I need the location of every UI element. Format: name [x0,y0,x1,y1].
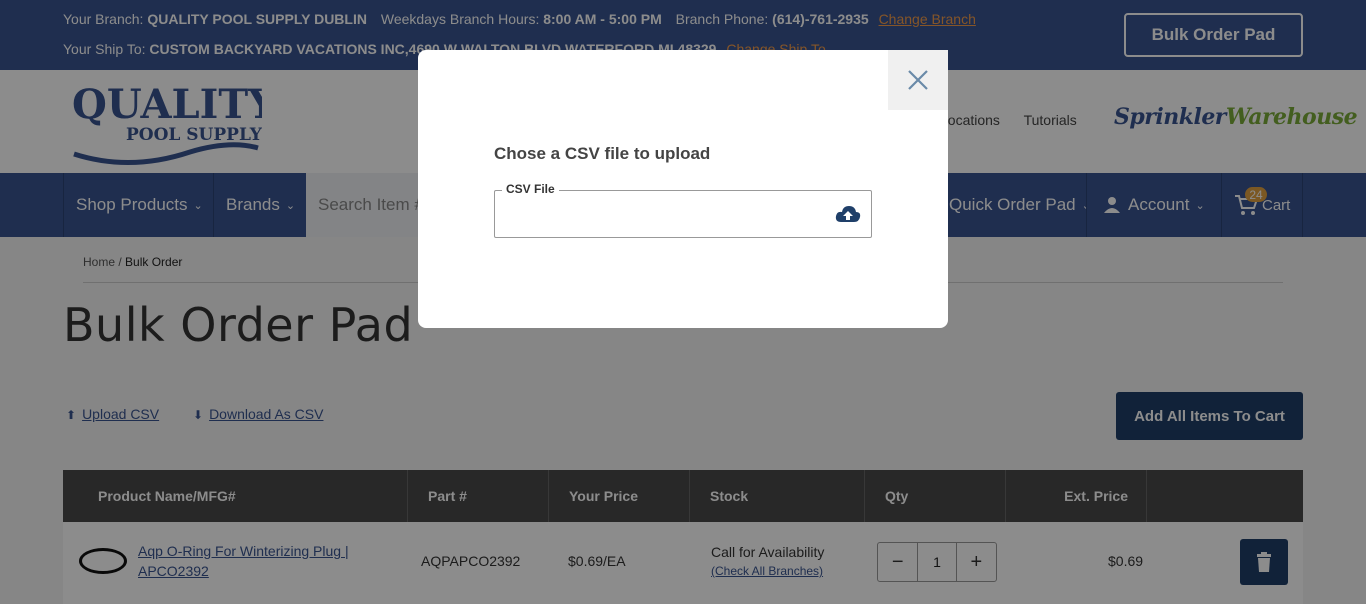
upload-csv-modal: Chose a CSV file to upload CSV File [418,50,948,328]
close-icon [908,70,928,90]
cloud-upload-icon[interactable] [835,204,861,224]
modal-title: Chose a CSV file to upload [494,144,711,163]
csv-file-input[interactable]: CSV File [494,182,872,238]
close-modal-button[interactable] [888,50,948,110]
csv-file-label: CSV File [502,182,559,196]
